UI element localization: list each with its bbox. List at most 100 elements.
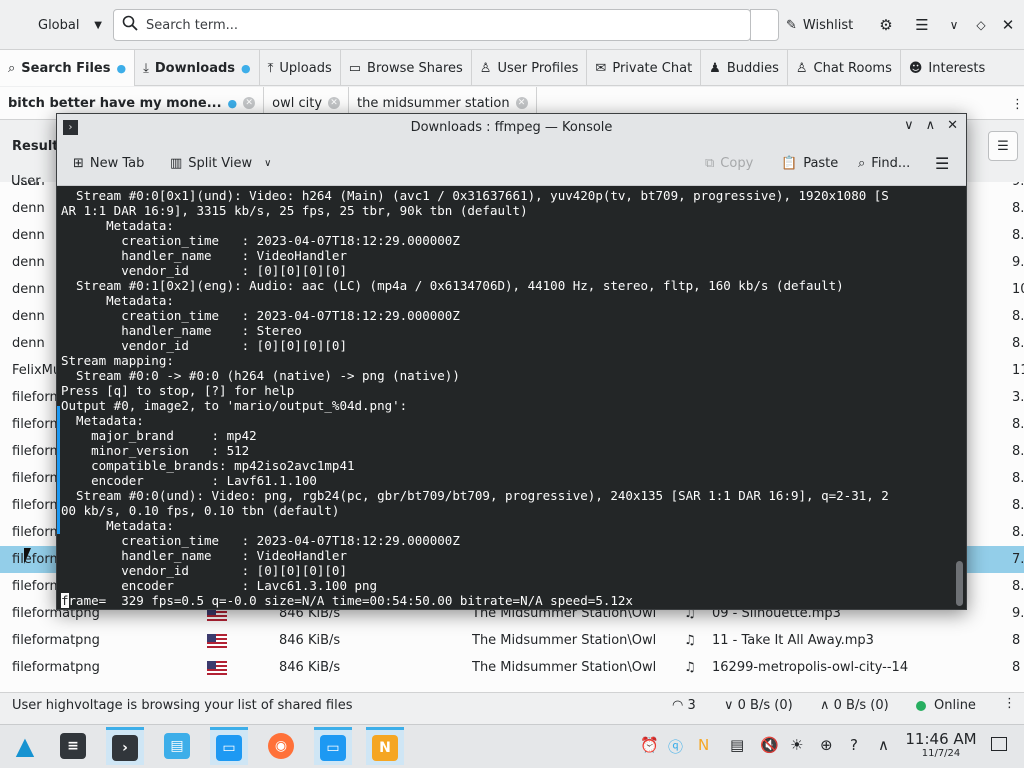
- show-desktop-icon[interactable]: [991, 737, 1007, 751]
- hamburger-menu-icon[interactable]: ☰: [935, 141, 949, 186]
- discover-app-icon: ▤: [164, 733, 190, 759]
- table-row[interactable]: fileformatpng 846 KiB/s The Midsummer Stat…: [0, 654, 1024, 681]
- terminal-line: minor_version : 512: [61, 443, 250, 458]
- alarm-icon[interactable]: ⏰: [640, 736, 659, 754]
- taskbar-item-nicotine[interactable]: N: [366, 727, 404, 765]
- terminal-line: Output #0, image2, to 'mario/output_%04d…: [61, 398, 408, 413]
- clock[interactable]: 11:46 AM 11/7/24: [904, 730, 978, 759]
- wishlist-label: Wishlist: [802, 17, 854, 33]
- taskbar-item-dolphin[interactable]: ▭: [210, 727, 248, 765]
- row-size: 7.: [1012, 552, 1024, 567]
- row-user: denn: [12, 201, 45, 216]
- folder-icon: ▭: [348, 60, 362, 76]
- row-user: denn: [12, 336, 45, 351]
- row-size: 8.: [1012, 201, 1024, 216]
- konsole-titlebar[interactable]: Downloads : ffmpeg — Konsole: [57, 114, 966, 141]
- konsole-window: Downloads : ffmpeg — Konsole › ∨ ∧ ✕ ⊞ N…: [56, 113, 967, 610]
- chevron-down-icon: ▼: [94, 19, 102, 31]
- close-tab-icon[interactable]: ✕: [243, 97, 256, 109]
- terminal-scrollbar[interactable]: [954, 186, 966, 609]
- taskbar-item-settings[interactable]: ≡: [54, 727, 92, 765]
- paste-button[interactable]: 📋 Paste: [781, 141, 838, 186]
- help-icon[interactable]: ?: [850, 736, 858, 754]
- column-header-user[interactable]: User: [11, 174, 41, 189]
- download-speed[interactable]: ∨ 0 B/s (0): [724, 698, 793, 713]
- tab-user-profiles[interactable]: ♙ User Profiles: [472, 50, 588, 86]
- tab-search-files[interactable]: ⌕ Search Files ●: [0, 50, 136, 86]
- upload-speed[interactable]: ∧ 0 B/s (0): [820, 698, 889, 713]
- maximize-icon[interactable]: ◇: [968, 10, 994, 40]
- paste-label: Paste: [803, 156, 839, 171]
- taskbar-item-files[interactable]: ▭: [314, 727, 352, 765]
- row-size: 9.: [1012, 182, 1024, 189]
- find-button[interactable]: ⌕ Find...: [858, 141, 910, 186]
- brightness-icon[interactable]: ☀: [790, 736, 803, 754]
- online-status[interactable]: Online: [916, 698, 976, 713]
- qbittorrent-icon[interactable]: ⓠ: [668, 736, 683, 757]
- clock-time: 11:46 AM: [905, 730, 977, 748]
- tab-uploads[interactable]: ⤒ Uploads: [260, 50, 341, 86]
- taskbar-item-konsole[interactable]: ›: [106, 727, 144, 765]
- find-label: Find...: [871, 156, 911, 171]
- row-user: denn: [12, 282, 45, 297]
- close-icon[interactable]: ✕: [995, 10, 1021, 40]
- gear-icon[interactable]: ⚙: [873, 10, 899, 40]
- terminal-line: Press [q] to stop, [?] for help: [61, 383, 295, 398]
- new-tab-button[interactable]: ⊞ New Tab: [73, 141, 144, 186]
- split-view-icon: ▥: [170, 156, 183, 171]
- search-options-button[interactable]: [750, 9, 779, 41]
- scrollbar-thumb[interactable]: [956, 561, 963, 606]
- tab-buddies[interactable]: ♟ Buddies: [701, 50, 788, 86]
- tab-interests[interactable]: ☻ Interests: [901, 50, 993, 86]
- terminal-app-icon[interactable]: ›: [63, 120, 78, 135]
- more-vertical-icon[interactable]: ⋮: [1003, 696, 1016, 711]
- terminal-line: Metadata:: [61, 518, 174, 533]
- envelope-icon: ✉: [595, 60, 607, 76]
- terminal-output[interactable]: Stream #0:0[0x1](und): Video: h264 (Main…: [57, 186, 954, 609]
- taskbar-item-discover[interactable]: ▤: [158, 727, 196, 765]
- row-size: 8.: [1012, 498, 1024, 513]
- terminal-line: Stream #0:0 -> #0:0 (h264 (native) -> pn…: [61, 368, 460, 383]
- wishlist-button[interactable]: ✎ Wishlist: [786, 10, 853, 40]
- terminal-cursor: f: [61, 593, 69, 608]
- close-tab-icon[interactable]: ✕: [328, 97, 341, 109]
- search-tab-label: bitch better have my mone...: [8, 95, 222, 111]
- connections-indicator[interactable]: ◠ 3: [672, 698, 696, 713]
- more-vertical-icon[interactable]: ⋮: [1011, 97, 1024, 112]
- minimize-icon[interactable]: ∨: [941, 10, 967, 40]
- copy-button[interactable]: ⧉ Copy: [705, 141, 753, 186]
- connections-count: 3: [687, 698, 696, 713]
- search-placeholder: Search term...: [146, 17, 239, 33]
- hamburger-menu-icon[interactable]: ☰: [909, 10, 935, 40]
- tab-private-chat[interactable]: ✉ Private Chat: [587, 50, 702, 86]
- volume-muted-icon[interactable]: 🔇: [760, 736, 779, 754]
- terminal-line: Stream mapping:: [61, 353, 174, 368]
- taskbar: [0, 724, 1024, 768]
- clipboard-icon[interactable]: ▤: [730, 736, 744, 754]
- row-user: fileform: [12, 471, 63, 486]
- tab-browse-shares[interactable]: ▭ Browse Shares: [341, 50, 472, 86]
- tab-chat-rooms[interactable]: ♙ Chat Rooms: [788, 50, 901, 86]
- row-user: fileform: [12, 417, 63, 432]
- split-view-button[interactable]: ▥ Split View ∨: [170, 141, 271, 186]
- terminal-line: vendor_id : [0][0][0][0]: [61, 338, 347, 353]
- row-user: fileformatpng: [12, 633, 100, 648]
- network-icon[interactable]: ⊕: [820, 736, 833, 754]
- search-scope-dropdown[interactable]: Global ▼: [28, 10, 110, 40]
- row-user: fileform: [12, 390, 63, 405]
- row-size: 8: [1012, 660, 1021, 675]
- application-launcher[interactable]: ▲: [6, 727, 44, 765]
- search-input[interactable]: Search term...: [113, 9, 751, 41]
- tab-downloads[interactable]: ⤓ Downloads ●: [135, 50, 260, 86]
- online-status-label: Online: [934, 698, 976, 713]
- maximize-icon[interactable]: ∧: [926, 118, 936, 133]
- close-icon[interactable]: ✕: [947, 118, 958, 133]
- row-size: 11: [1012, 363, 1024, 378]
- close-tab-icon[interactable]: ✕: [515, 97, 528, 109]
- taskbar-item-firefox[interactable]: ◉: [262, 727, 300, 765]
- nicotine-tray-icon[interactable]: N: [698, 736, 709, 754]
- minimize-icon[interactable]: ∨: [904, 118, 914, 133]
- tray-expand-icon[interactable]: ∧: [878, 736, 889, 754]
- list-view-button[interactable]: ☰: [988, 131, 1018, 161]
- table-row[interactable]: fileformatpng 846 KiB/s The Midsummer Stat…: [0, 627, 1024, 654]
